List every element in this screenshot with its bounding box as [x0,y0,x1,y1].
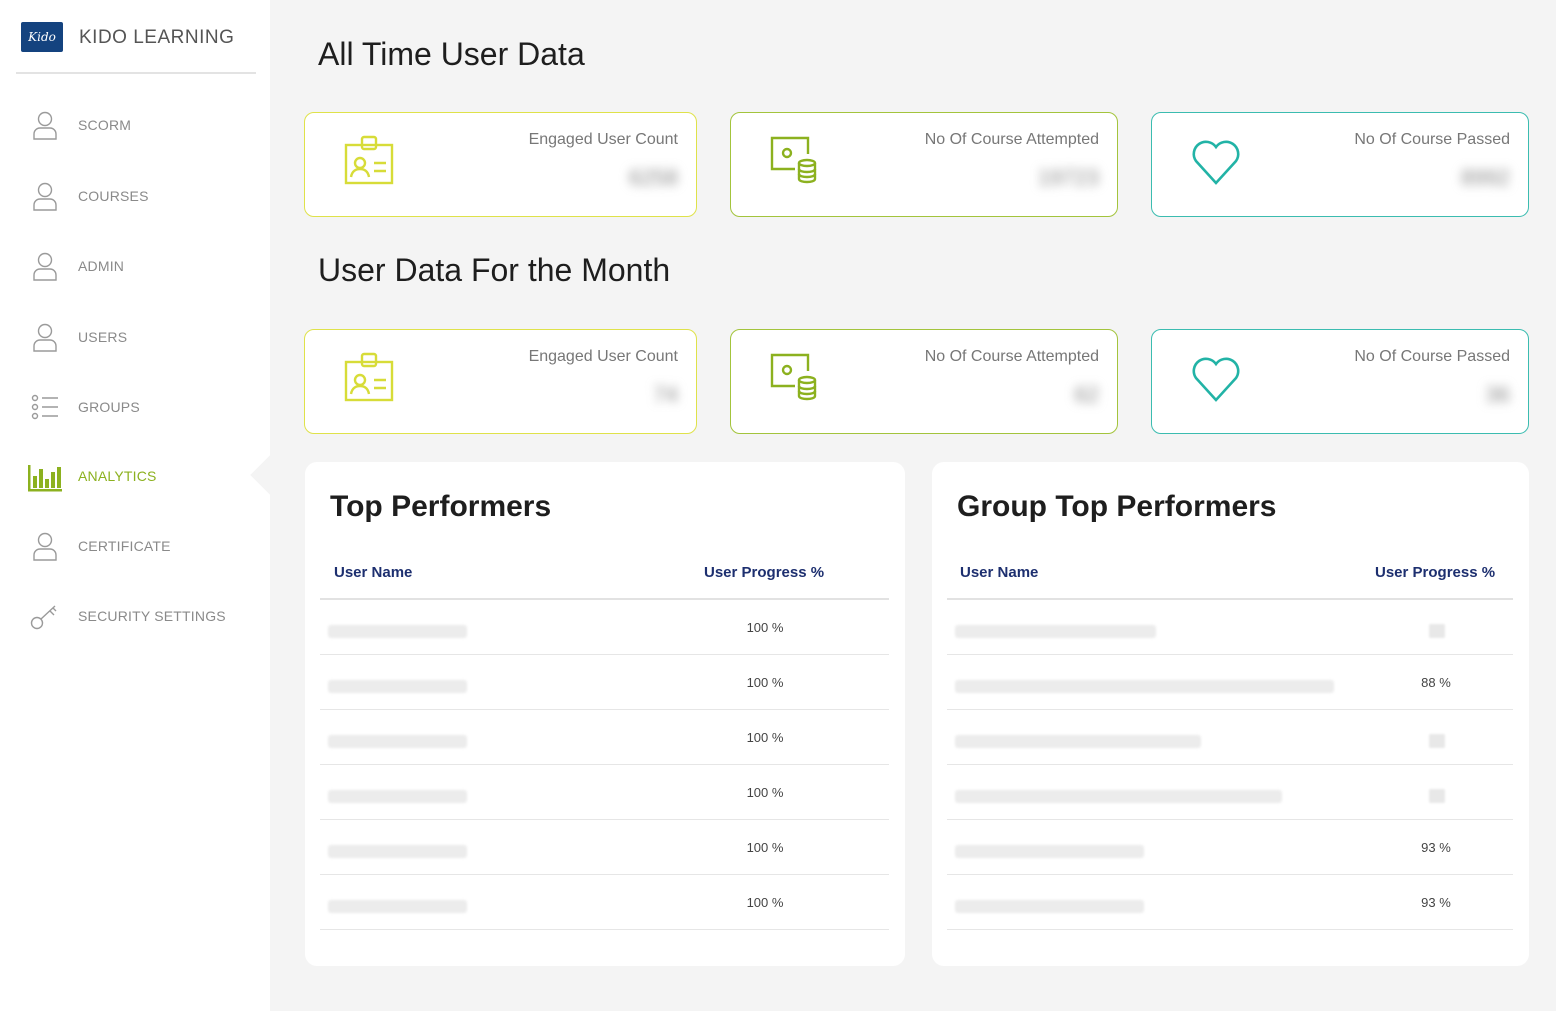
column-header-user-name[interactable]: User Name [334,564,412,581]
table-row[interactable]: 93 % [947,875,1513,930]
all-time-passed-card: No Of Course Passed 8992 [1151,112,1529,217]
sidebar-item-label: ANALYTICS [78,468,157,484]
table-row[interactable]: 100 % [320,765,889,820]
sidebar-item-label: SCORM [78,117,132,133]
sidebar-item-users[interactable]: USERS [0,317,270,357]
table-row[interactable]: 100 % [320,820,889,875]
user-name-redacted [328,625,467,638]
group-top-performers-panel: Group Top Performers User Name User Prog… [932,462,1529,966]
card-label: No Of Course Passed [1354,131,1510,148]
heart-icon [1192,357,1240,402]
progress-value: 100 % [746,675,784,690]
sidebar-item-label: ADMIN [78,258,125,274]
progress-value: 100 % [746,730,784,745]
sidebar: Kido KIDO LEARNING SCORM COURSES ADMIN U… [0,0,270,1011]
user-name-redacted [955,680,1334,693]
key-icon [30,605,57,630]
table-row[interactable]: 100 % [320,600,889,655]
sidebar-item-admin[interactable]: ADMIN [0,246,270,286]
table-row[interactable]: 100 % [320,875,889,930]
sidebar-item-certificate[interactable]: CERTIFICATE [0,526,270,566]
list-icon [31,394,58,420]
month-title: User Data For the Month [318,252,671,288]
sidebar-item-security-settings[interactable]: SECURITY SETTINGS [0,596,270,636]
user-name-redacted [955,790,1282,803]
id-badge-icon [344,135,394,185]
card-label: Engaged User Count [528,348,678,365]
id-badge-icon [344,352,394,402]
user-name-redacted [328,735,467,748]
card-value: 6258 [629,165,678,190]
user-icon [33,532,57,561]
month-engaged-card: Engaged User Count 74 [304,329,697,434]
card-value: 62 [1074,382,1099,407]
sidebar-item-label: USERS [78,329,128,345]
table-row[interactable] [947,710,1513,765]
sidebar-item-courses[interactable]: COURSES [0,176,270,216]
table-row[interactable]: 88 % [947,655,1513,710]
progress-value: 100 % [746,840,784,855]
table-row[interactable]: 93 % [947,820,1513,875]
sidebar-item-groups[interactable]: GROUPS [0,387,270,427]
progress-value-redacted [1429,624,1445,638]
column-header-user-name[interactable]: User Name [960,564,1038,581]
certificate-coins-icon [770,136,817,184]
table-row[interactable]: 100 % [320,655,889,710]
progress-value: 100 % [746,620,784,635]
brand-name: KIDO LEARNING [79,27,235,48]
user-name-redacted [328,790,467,803]
card-label: No Of Course Attempted [924,131,1099,148]
card-label: No Of Course Attempted [924,348,1099,365]
progress-value: 93 % [1421,840,1451,855]
table-row[interactable] [947,765,1513,820]
sidebar-item-label: CERTIFICATE [78,538,171,554]
table-row[interactable] [947,600,1513,655]
user-icon [33,111,57,140]
user-icon [33,323,57,352]
card-value: 36 [1485,382,1510,407]
panel-title: Top Performers [330,490,552,523]
progress-value: 93 % [1421,895,1451,910]
card-value: 74 [653,382,678,407]
bar-chart-icon [28,465,62,492]
progress-value: 88 % [1421,675,1451,690]
table-row[interactable]: 100 % [320,710,889,765]
card-label: Engaged User Count [528,131,678,148]
sidebar-item-label: GROUPS [78,399,140,415]
user-name-redacted [955,735,1201,748]
month-attempted-card: No Of Course Attempted 62 [730,329,1118,434]
all-time-attempted-card: No Of Course Attempted 19723 [730,112,1118,217]
month-passed-card: No Of Course Passed 36 [1151,329,1529,434]
user-name-redacted [955,845,1144,858]
all-time-title: All Time User Data [318,36,585,72]
card-value: 19723 [1037,165,1099,190]
user-name-redacted [328,845,467,858]
heart-icon [1192,140,1240,185]
all-time-engaged-card: Engaged User Count 6258 [304,112,697,217]
user-name-redacted [955,625,1156,638]
user-icon [33,252,57,281]
brand-logo[interactable]: Kido [21,22,63,52]
user-name-redacted [328,680,467,693]
brand[interactable]: Kido KIDO LEARNING [16,0,256,74]
progress-value: 100 % [746,785,784,800]
sidebar-item-label: COURSES [78,188,149,204]
user-name-redacted [328,900,467,913]
card-label: No Of Course Passed [1354,348,1510,365]
progress-value-redacted [1429,789,1445,803]
sidebar-item-label: SECURITY SETTINGS [78,608,226,624]
progress-value-redacted [1429,734,1445,748]
user-icon [33,182,57,211]
panel-title: Group Top Performers [957,490,1277,523]
column-header-user-progress[interactable]: User Progress % [704,564,824,581]
top-performers-panel: Top Performers User Name User Progress %… [305,462,905,966]
column-header-user-progress[interactable]: User Progress % [1375,564,1495,581]
certificate-coins-icon [770,353,817,401]
sidebar-item-scorm[interactable]: SCORM [0,105,270,145]
card-value: 8992 [1461,165,1510,190]
sidebar-item-analytics[interactable]: ANALYTICS [0,456,270,496]
user-name-redacted [955,900,1144,913]
progress-value: 100 % [746,895,784,910]
